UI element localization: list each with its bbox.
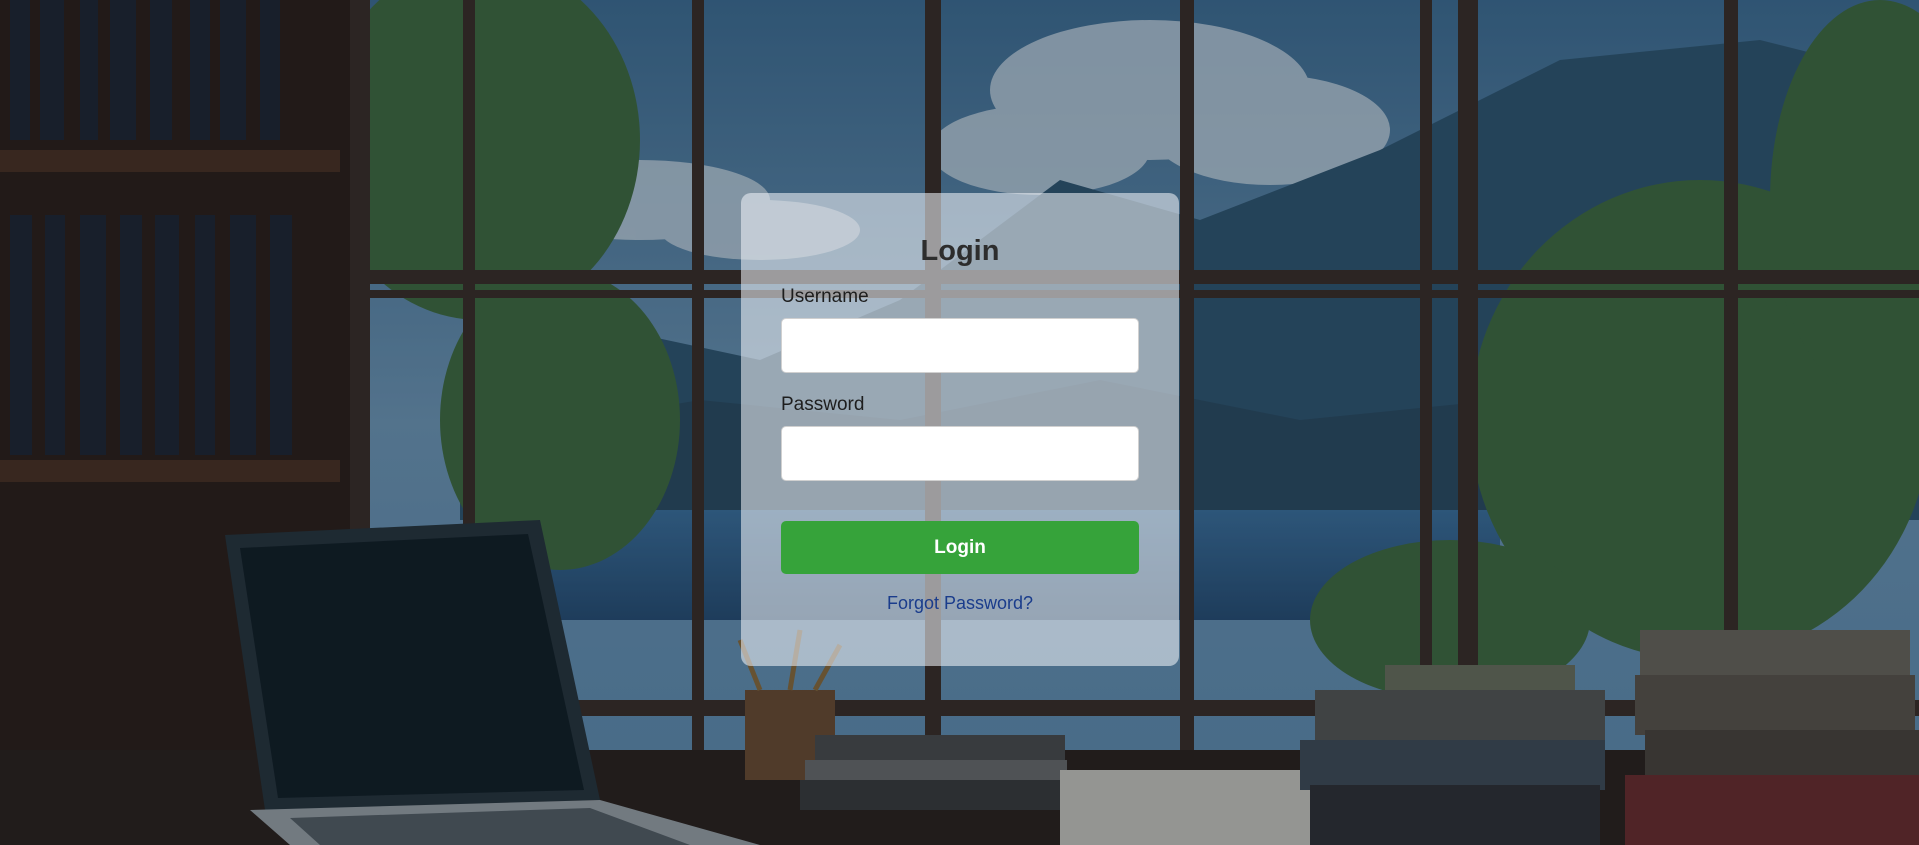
password-label: Password <box>781 394 865 415</box>
background-scene: Login Username Password Login Forgot Pas… <box>0 0 1919 845</box>
login-card: Login Username Password Login Forgot Pas… <box>741 193 1179 666</box>
password-input[interactable] <box>781 426 1139 481</box>
username-input[interactable] <box>781 318 1139 373</box>
forgot-password-link[interactable]: Forgot Password? <box>781 593 1139 614</box>
login-button[interactable]: Login <box>781 521 1139 574</box>
login-title: Login <box>920 235 1000 267</box>
username-label: Username <box>781 286 869 307</box>
